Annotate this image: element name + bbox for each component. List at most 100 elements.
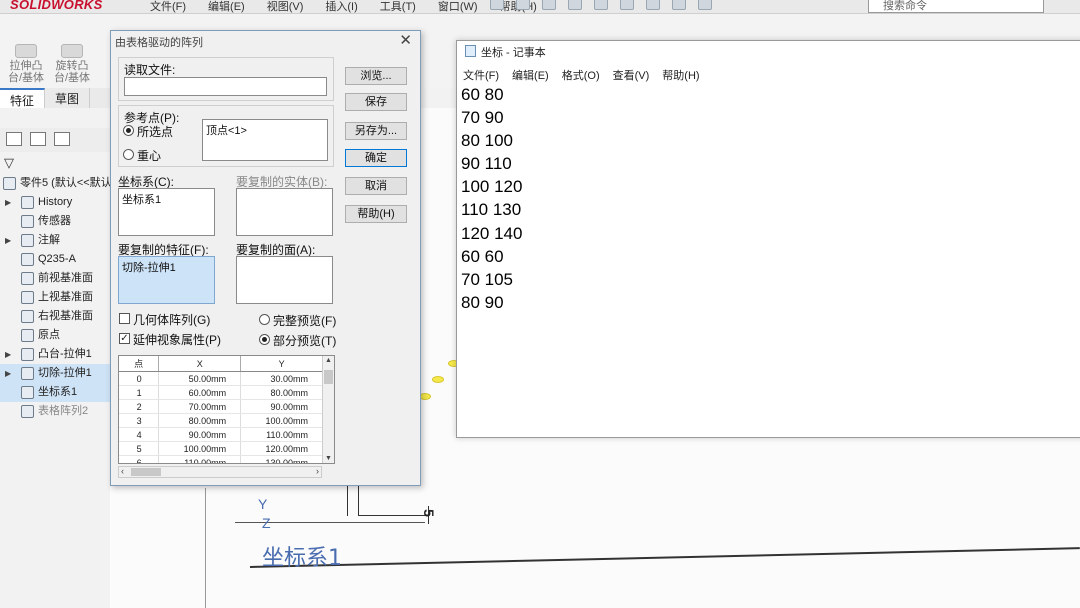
col-header-x: X [158,356,242,372]
model-edge [347,486,348,516]
scroll-left-icon[interactable]: ‹ [121,466,124,476]
extrude-boss-button[interactable]: 拉伸凸台/基体 [6,44,46,84]
cut-extrude-icon [21,367,34,380]
scroll-right-icon[interactable]: › [316,466,319,476]
browse-button[interactable]: 浏览... [345,67,407,85]
table-row[interactable]: 0 50.00mm 30.00mm [119,371,323,386]
table-horizontal-scrollbar[interactable]: ‹ › [118,466,322,478]
sensor-icon [21,215,34,228]
print-icon[interactable] [594,0,608,10]
sw-menu-insert[interactable]: 插入(I) [325,0,357,14]
propagate-visual-checkbox[interactable]: ✓ [119,333,130,344]
table-row[interactable]: 3 80.00mm 100.00mm [119,413,323,428]
scroll-up-icon[interactable]: ▲ [325,357,332,364]
sw-search-input[interactable]: 搜索命令 [868,0,1044,13]
table-row[interactable]: 5 100.00mm 120.00mm [119,441,323,456]
tree-item-origin[interactable]: 原点 [0,326,110,345]
notepad-icon [465,45,476,57]
table-row[interactable]: 1 60.00mm 80.00mm [119,385,323,400]
undo-icon[interactable] [620,0,634,10]
radio-centroid[interactable] [123,149,134,160]
np-menu-view[interactable]: 查看(V) [613,67,650,83]
new-icon[interactable] [516,0,530,10]
partial-preview-radio[interactable] [259,334,270,345]
save-button[interactable]: 保存 [345,93,407,111]
ref-point-selection-box[interactable]: 顶点<1> [202,119,328,161]
radio-selected-point-label: 所选点 [137,125,174,139]
property-manager-icon[interactable] [30,132,46,146]
sw-menu-file[interactable]: 文件(F) [150,0,186,14]
table-row[interactable]: 6 110.00mm 130.00mm [119,455,323,463]
tree-root[interactable]: 零件5 (默认<<默认 [0,174,112,193]
tab-features[interactable]: 特征 [0,88,46,108]
help-button[interactable]: 帮助(H) [345,205,407,223]
tree-item-sensors[interactable]: 传感器 [0,212,110,231]
tree-item-annotations[interactable]: ▶ 注解 [0,231,110,250]
tree-item-material[interactable]: Q235-A [0,250,110,269]
np-menu-file[interactable]: 文件(F) [463,67,499,83]
sw-menu-view[interactable]: 视图(V) [267,0,304,14]
save-icon[interactable] [568,0,582,10]
table-row[interactable]: 4 90.00mm 110.00mm [119,427,323,442]
tree-item-front-plane[interactable]: 前视基准面 [0,269,110,288]
features-to-copy-value: 切除-拉伸1 [122,262,176,274]
features-to-copy-box[interactable]: 切除-拉伸1 [118,256,215,304]
np-menu-edit[interactable]: 编辑(E) [512,67,549,83]
partial-preview-label: 部分预览(T) [273,334,337,348]
tree-item-table-pattern[interactable]: 表格阵列2 [0,402,110,421]
scroll-thumb[interactable] [324,370,333,384]
np-menu-help[interactable]: 帮助(H) [662,67,699,83]
coord-sys-selection-box[interactable]: 坐标系1 [118,188,215,236]
hscroll-thumb[interactable] [131,468,161,476]
dialog-title: 由表格驱动的阵列 [115,37,203,49]
read-file-input[interactable] [124,77,327,96]
bodies-to-copy-box[interactable] [236,188,333,236]
geometry-pattern-label: 几何体阵列(G) [133,313,211,327]
axis-z-label: Z [262,515,271,531]
notepad-text-area[interactable]: 60 80 70 90 80 100 90 110 100 120 110 13… [461,83,522,314]
ref-point-value: 顶点<1> [206,125,247,137]
table-row[interactable]: 2 70.00mm 90.00mm [119,399,323,414]
feature-manager-tabs [0,128,110,152]
table-pattern-icon [21,405,34,418]
open-icon[interactable] [542,0,556,10]
tree-item-coord-system[interactable]: 坐标系1 [0,383,110,402]
model-edge [249,547,1080,568]
coordinate-table[interactable]: 点 X Y 0 50.00mm 30.00mm 1 60.00mm 80.00mm 27… [118,355,335,464]
scroll-down-icon[interactable]: ▼ [325,455,332,462]
filter-icon[interactable]: ▽ [4,155,14,171]
feature-tree-icon[interactable] [6,132,22,146]
cancel-button[interactable]: 取消 [345,177,407,195]
model-edge [205,488,206,608]
tree-item-top-plane[interactable]: 上视基准面 [0,288,110,307]
config-manager-icon[interactable] [54,132,70,146]
faces-to-copy-box[interactable] [236,256,333,304]
full-preview-radio[interactable] [259,314,270,325]
notepad-menu-bar: 文件(F) 编辑(E) 格式(O) 查看(V) 帮助(H) [463,67,700,83]
select-icon[interactable] [646,0,660,10]
text-line: 70 105 [461,269,513,289]
tree-item-history[interactable]: ▶ History [0,193,110,212]
tree-item-boss-extrude[interactable]: ▶ 凸台-拉伸1 [0,345,110,364]
radio-selected-point[interactable] [123,125,134,136]
plane-icon [21,291,34,304]
save-as-button[interactable]: 另存为... [345,122,407,140]
ok-button[interactable]: 确定 [345,149,407,167]
revolve-boss-button[interactable]: 旋转凸台/基体 [52,44,92,84]
tree-item-right-plane[interactable]: 右视基准面 [0,307,110,326]
sw-menu-window[interactable]: 窗口(W) [438,0,478,14]
dimension-value[interactable]: 5 [421,509,437,517]
rebuild-icon[interactable] [672,0,686,10]
tree-item-cut-extrude[interactable]: ▶ 切除-拉伸1 [0,364,110,383]
table-vertical-scrollbar[interactable]: ▲ ▼ [322,356,334,463]
np-menu-format[interactable]: 格式(O) [562,67,600,83]
col-header-point: 点 [119,356,160,372]
options-icon[interactable] [698,0,712,10]
close-icon[interactable]: ✕ [399,31,412,49]
text-line: 70 90 [461,108,504,128]
sw-menu-tools[interactable]: 工具(T) [380,0,416,14]
sw-menu-edit[interactable]: 编辑(E) [208,0,245,14]
geometry-pattern-checkbox[interactable] [119,313,130,324]
tab-sketch[interactable]: 草图 [45,88,91,108]
home-icon[interactable] [490,0,504,10]
